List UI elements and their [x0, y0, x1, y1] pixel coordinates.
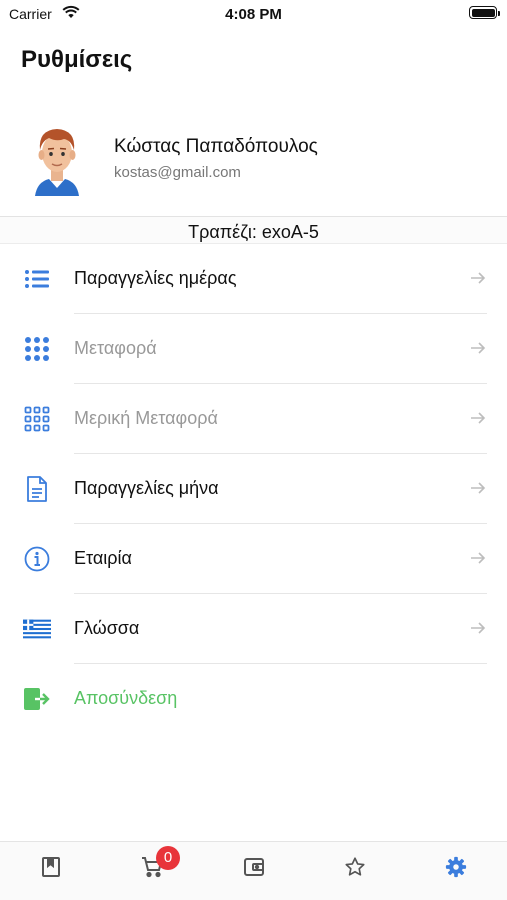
grid-squares-icon	[22, 406, 52, 432]
table-label: Τραπέζι: exoA-5	[188, 222, 319, 242]
clock: 4:08 PM	[225, 6, 282, 23]
menu-item-logout[interactable]: Αποσύνδεση	[0, 664, 507, 734]
menu-item-label: Εταιρία	[74, 548, 132, 568]
wallet-icon	[243, 856, 265, 886]
menu-item-language[interactable]: Γλώσσα	[0, 594, 507, 664]
cart-badge: 0	[156, 846, 180, 870]
settings-gear-icon	[445, 856, 467, 886]
arrow-right-icon	[469, 409, 487, 427]
tab-menu[interactable]	[31, 856, 71, 886]
battery-icon	[469, 6, 500, 19]
menu-item-label: Παραγγελίες ημέρας	[74, 268, 237, 288]
page-title: Ρυθμίσεις	[21, 46, 133, 73]
tab-favorites[interactable]	[335, 856, 375, 886]
arrow-right-icon	[469, 479, 487, 497]
menu-item-transfer[interactable]: Μεταφορά	[0, 314, 507, 384]
menu-item-label: Μερική Μεταφορά	[74, 408, 218, 428]
arrow-right-icon	[469, 269, 487, 287]
tab-bar: 0	[0, 841, 507, 900]
document-icon	[22, 476, 52, 502]
menu-item-label: Αποσύνδεση	[74, 688, 178, 708]
menu-item-monthly-orders[interactable]: Παραγγελίες μήνα	[0, 454, 507, 524]
menu-item-company[interactable]: Εταιρία	[0, 524, 507, 594]
list-icon	[22, 266, 52, 292]
tab-settings[interactable]	[436, 856, 476, 886]
avatar	[29, 124, 85, 196]
table-banner: Τραπέζι: exoA-5	[0, 216, 507, 244]
grid-dots-icon	[22, 336, 52, 362]
greek-flag-icon	[22, 616, 52, 642]
tab-wallet[interactable]	[234, 856, 274, 886]
menu-book-icon	[41, 856, 61, 886]
info-icon	[22, 546, 52, 572]
arrow-right-icon	[469, 619, 487, 637]
menu-item-partial-transfer[interactable]: Μερική Μεταφορά	[0, 384, 507, 454]
menu-item-label: Γλώσσα	[74, 618, 140, 638]
logout-icon	[22, 686, 52, 712]
profile-email: kostas@gmail.com	[114, 164, 241, 181]
profile-name: Κώστας Παπαδόπουλος	[114, 136, 318, 157]
status-bar: Carrier 4:08 PM	[0, 0, 507, 28]
arrow-right-icon	[469, 549, 487, 567]
menu-item-daily-orders[interactable]: Παραγγελίες ημέρας	[0, 244, 507, 314]
menu-item-label: Παραγγελίες μήνα	[74, 478, 219, 498]
star-icon	[344, 856, 366, 886]
menu-item-label: Μεταφορά	[74, 338, 157, 358]
arrow-right-icon	[469, 339, 487, 357]
